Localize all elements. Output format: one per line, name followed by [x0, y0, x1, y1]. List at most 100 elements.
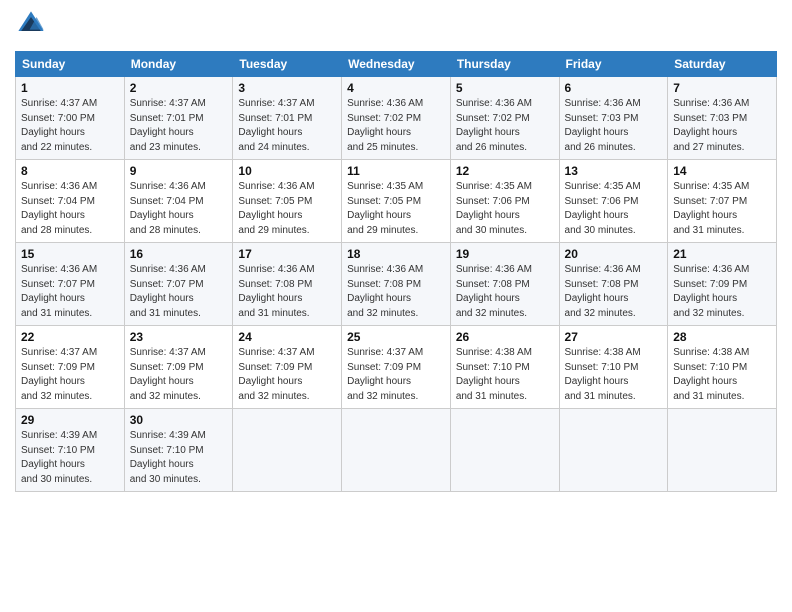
day-number: 12 [456, 164, 554, 178]
page: SundayMondayTuesdayWednesdayThursdayFrid… [0, 0, 792, 507]
day-number: 28 [673, 330, 771, 344]
day-info: Sunrise: 4:39 AMSunset: 7:10 PMDaylight … [21, 429, 119, 487]
day-number: 13 [565, 164, 663, 178]
day-number: 27 [565, 330, 663, 344]
calendar-day: 25Sunrise: 4:37 AMSunset: 7:09 PMDayligh… [342, 326, 451, 409]
day-info: Sunrise: 4:36 AMSunset: 7:09 PMDaylight … [673, 263, 771, 321]
calendar-day [342, 409, 451, 492]
day-info: Sunrise: 4:35 AMSunset: 7:06 PMDaylight … [456, 180, 554, 238]
day-number: 5 [456, 81, 554, 95]
calendar-week-1: 1 Sunrise: 4:37 AMSunset: 7:00 PMDaylight… [16, 77, 777, 160]
day-info: Sunrise: 4:36 AMSunset: 7:08 PMDaylight … [565, 263, 663, 321]
day-number: 19 [456, 247, 554, 261]
day-number: 3 [238, 81, 336, 95]
calendar-day: 13 Sunrise: 4:35 AMSunset: 7:06 PMDayligh… [559, 160, 668, 243]
weekday-header-sunday: Sunday [16, 52, 125, 77]
day-info: Sunrise: 4:36 AMSunset: 7:07 PMDaylight … [21, 263, 119, 321]
day-number: 23 [130, 330, 228, 344]
day-number: 17 [238, 247, 336, 261]
calendar-day: 7Sunrise: 4:36 AMSunset: 7:03 PMDaylight… [668, 77, 777, 160]
day-number: 26 [456, 330, 554, 344]
day-number: 22 [21, 330, 119, 344]
calendar-day: 30 Sunrise: 4:39 AMSunset: 7:10 PMDayligh… [124, 409, 233, 492]
calendar-day [668, 409, 777, 492]
calendar-day: 16 Sunrise: 4:36 AMSunset: 7:07 PMDayligh… [124, 243, 233, 326]
calendar-day: 2 Sunrise: 4:37 AMSunset: 7:01 PMDaylight… [124, 77, 233, 160]
day-info: Sunrise: 4:36 AMSunset: 7:04 PMDaylight … [130, 180, 228, 238]
calendar-day: 26 Sunrise: 4:38 AMSunset: 7:10 PMDayligh… [450, 326, 559, 409]
calendar-day: 22Sunrise: 4:37 AMSunset: 7:09 PMDayligh… [16, 326, 125, 409]
day-info: Sunrise: 4:37 AMSunset: 7:00 PMDaylight … [21, 97, 119, 155]
day-info: Sunrise: 4:36 AMSunset: 7:02 PMDaylight … [456, 97, 554, 155]
weekday-header-saturday: Saturday [668, 52, 777, 77]
day-info: Sunrise: 4:36 AMSunset: 7:07 PMDaylight … [130, 263, 228, 321]
header [15, 10, 777, 43]
calendar-day: 23Sunrise: 4:37 AMSunset: 7:09 PMDayligh… [124, 326, 233, 409]
day-number: 21 [673, 247, 771, 261]
calendar-week-3: 15 Sunrise: 4:36 AMSunset: 7:07 PMDayligh… [16, 243, 777, 326]
calendar-day: 24Sunrise: 4:37 AMSunset: 7:09 PMDayligh… [233, 326, 342, 409]
calendar-week-2: 8Sunrise: 4:36 AMSunset: 7:04 PMDaylight… [16, 160, 777, 243]
day-number: 6 [565, 81, 663, 95]
day-info: Sunrise: 4:36 AMSunset: 7:02 PMDaylight … [347, 97, 445, 155]
weekday-header-friday: Friday [559, 52, 668, 77]
day-number: 14 [673, 164, 771, 178]
calendar-day: 1 Sunrise: 4:37 AMSunset: 7:00 PMDaylight… [16, 77, 125, 160]
day-number: 1 [21, 81, 119, 95]
weekday-header-wednesday: Wednesday [342, 52, 451, 77]
calendar-day: 14Sunrise: 4:35 AMSunset: 7:07 PMDayligh… [668, 160, 777, 243]
calendar-day: 28 Sunrise: 4:38 AMSunset: 7:10 PMDayligh… [668, 326, 777, 409]
calendar-day: 15 Sunrise: 4:36 AMSunset: 7:07 PMDayligh… [16, 243, 125, 326]
day-info: Sunrise: 4:37 AMSunset: 7:01 PMDaylight … [130, 97, 228, 155]
calendar-day [233, 409, 342, 492]
calendar-day: 6 Sunrise: 4:36 AMSunset: 7:03 PMDaylight… [559, 77, 668, 160]
day-number: 20 [565, 247, 663, 261]
calendar-day: 19 Sunrise: 4:36 AMSunset: 7:08 PMDayligh… [450, 243, 559, 326]
day-number: 29 [21, 413, 119, 427]
calendar-table: SundayMondayTuesdayWednesdayThursdayFrid… [15, 51, 777, 492]
calendar-day: 21 Sunrise: 4:36 AMSunset: 7:09 PMDayligh… [668, 243, 777, 326]
day-info: Sunrise: 4:39 AMSunset: 7:10 PMDaylight … [130, 429, 228, 487]
day-info: Sunrise: 4:38 AMSunset: 7:10 PMDaylight … [565, 346, 663, 404]
day-number: 9 [130, 164, 228, 178]
day-info: Sunrise: 4:36 AMSunset: 7:04 PMDaylight … [21, 180, 119, 238]
day-number: 16 [130, 247, 228, 261]
logo-icon [17, 10, 45, 38]
day-info: Sunrise: 4:36 AMSunset: 7:08 PMDaylight … [456, 263, 554, 321]
day-info: Sunrise: 4:36 AMSunset: 7:08 PMDaylight … [347, 263, 445, 321]
calendar-day: 4 Sunrise: 4:36 AMSunset: 7:02 PMDaylight… [342, 77, 451, 160]
day-info: Sunrise: 4:38 AMSunset: 7:10 PMDaylight … [673, 346, 771, 404]
calendar-day: 3 Sunrise: 4:37 AMSunset: 7:01 PMDaylight… [233, 77, 342, 160]
day-number: 11 [347, 164, 445, 178]
logo [15, 10, 45, 43]
weekday-header-monday: Monday [124, 52, 233, 77]
day-info: Sunrise: 4:36 AMSunset: 7:08 PMDaylight … [238, 263, 336, 321]
day-info: Sunrise: 4:38 AMSunset: 7:10 PMDaylight … [456, 346, 554, 404]
day-number: 15 [21, 247, 119, 261]
day-number: 2 [130, 81, 228, 95]
day-number: 4 [347, 81, 445, 95]
calendar-day: 17 Sunrise: 4:36 AMSunset: 7:08 PMDayligh… [233, 243, 342, 326]
weekday-header-tuesday: Tuesday [233, 52, 342, 77]
day-info: Sunrise: 4:37 AMSunset: 7:09 PMDaylight … [238, 346, 336, 404]
calendar-day: 12 Sunrise: 4:35 AMSunset: 7:06 PMDayligh… [450, 160, 559, 243]
day-number: 18 [347, 247, 445, 261]
day-number: 10 [238, 164, 336, 178]
calendar-day: 20 Sunrise: 4:36 AMSunset: 7:08 PMDayligh… [559, 243, 668, 326]
calendar-day [450, 409, 559, 492]
day-number: 30 [130, 413, 228, 427]
calendar-week-5: 29 Sunrise: 4:39 AMSunset: 7:10 PMDayligh… [16, 409, 777, 492]
calendar-day: 11 Sunrise: 4:35 AMSunset: 7:05 PMDayligh… [342, 160, 451, 243]
calendar-day: 10Sunrise: 4:36 AMSunset: 7:05 PMDayligh… [233, 160, 342, 243]
day-info: Sunrise: 4:37 AMSunset: 7:01 PMDaylight … [238, 97, 336, 155]
calendar-day: 9 Sunrise: 4:36 AMSunset: 7:04 PMDaylight… [124, 160, 233, 243]
day-info: Sunrise: 4:35 AMSunset: 7:05 PMDaylight … [347, 180, 445, 238]
calendar-day: 5 Sunrise: 4:36 AMSunset: 7:02 PMDaylight… [450, 77, 559, 160]
calendar-day: 27 Sunrise: 4:38 AMSunset: 7:10 PMDayligh… [559, 326, 668, 409]
day-info: Sunrise: 4:35 AMSunset: 7:06 PMDaylight … [565, 180, 663, 238]
day-info: Sunrise: 4:36 AMSunset: 7:03 PMDaylight … [673, 97, 771, 155]
weekday-header-thursday: Thursday [450, 52, 559, 77]
calendar-day [559, 409, 668, 492]
day-info: Sunrise: 4:36 AMSunset: 7:03 PMDaylight … [565, 97, 663, 155]
calendar-week-4: 22 Sunrise: 4:37 AMSunset: 7:09 PMDayligh… [16, 326, 777, 409]
